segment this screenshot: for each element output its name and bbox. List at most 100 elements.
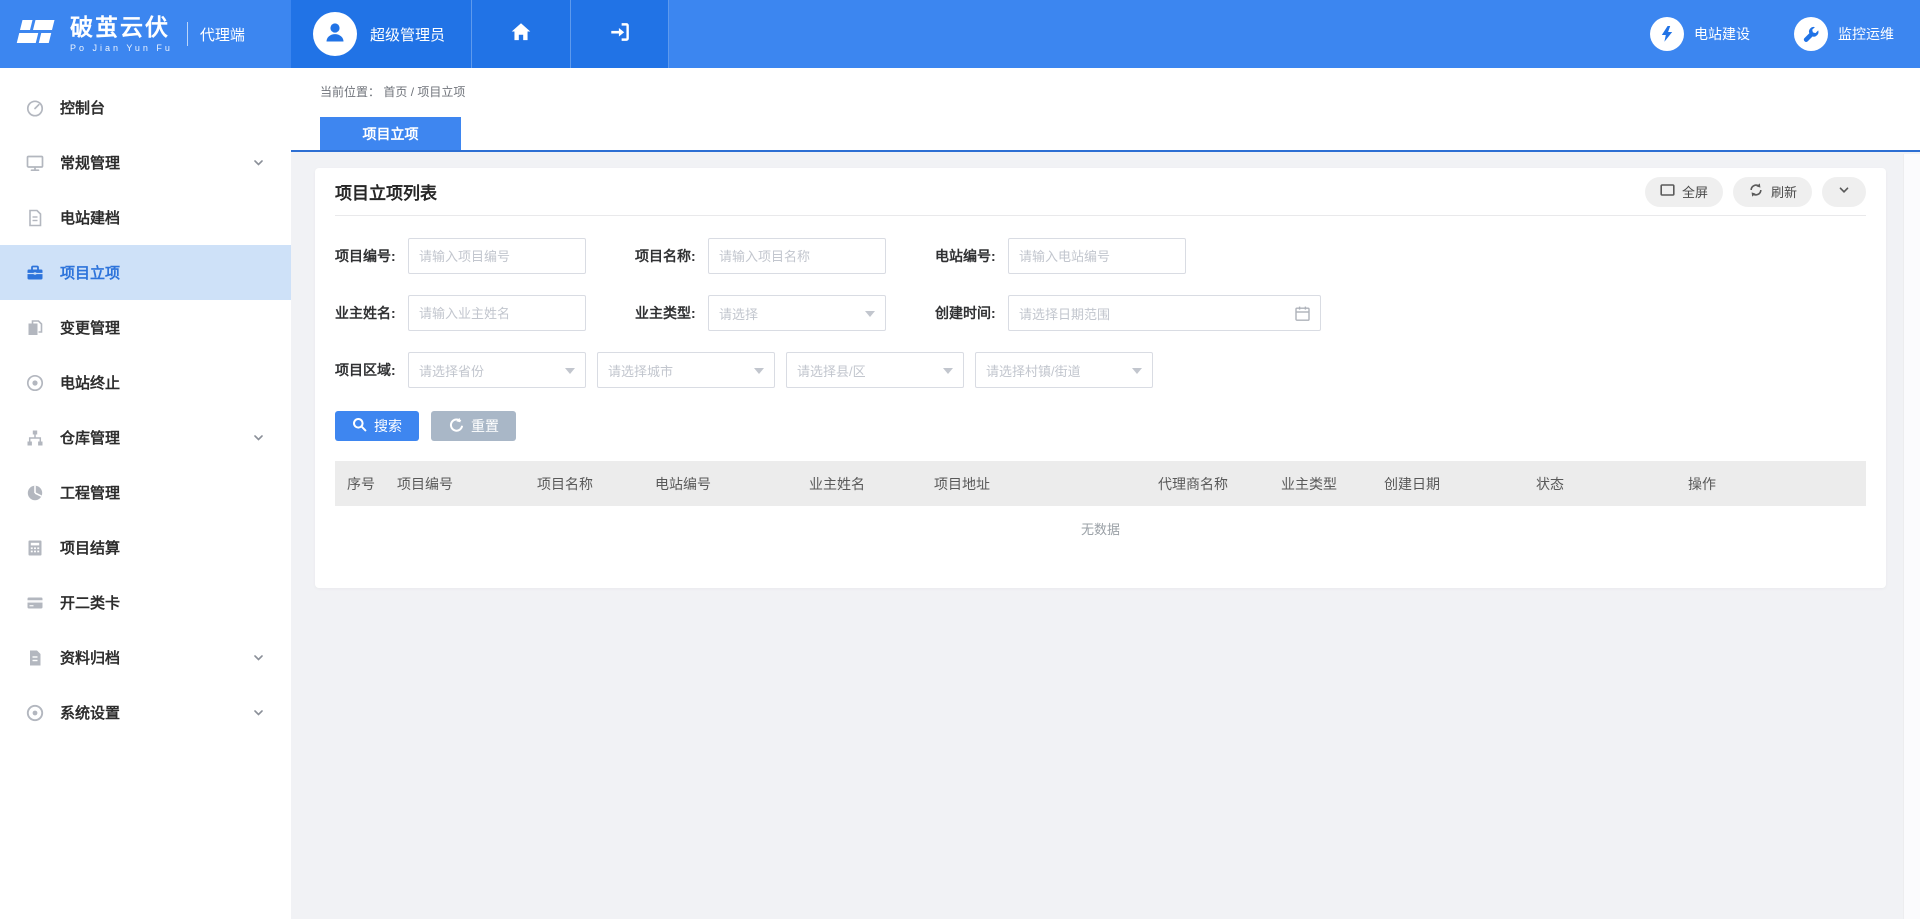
owner-name-label: 业主姓名: (335, 303, 408, 323)
filter-owner-name: 业主姓名: (335, 295, 635, 331)
sidebar-item-label: 电站终止 (60, 372, 265, 393)
owner-name-input[interactable] (408, 295, 586, 331)
province-select[interactable]: 请选择省份 (408, 352, 586, 388)
create-time-label: 创建时间: (935, 303, 1008, 323)
col-project-name: 项目名称 (525, 461, 643, 506)
logo-mark-icon (16, 14, 60, 55)
logout-button[interactable] (570, 0, 669, 68)
owner-type-label: 业主类型: (635, 303, 708, 323)
brand-text: 破茧云伏 Po Jian Yun Fu (70, 16, 173, 53)
wrench-icon (1794, 17, 1828, 51)
nav-monitoring-link[interactable]: 监控运维 (1794, 17, 1894, 51)
sidebar-item-label: 工程管理 (60, 482, 265, 503)
filter-row-3: 项目区域: 请选择省份 请选择城市 请选择县/区 请选择村镇/街道 (335, 352, 1866, 388)
caret-down-icon (565, 368, 575, 374)
lightning-icon (1650, 17, 1684, 51)
file-icon (25, 208, 45, 228)
settings-icon (25, 703, 45, 723)
briefcase-icon (25, 263, 45, 283)
col-project-no: 项目编号 (385, 461, 525, 506)
chevron-down-icon (1837, 183, 1851, 200)
col-owner-name: 业主姓名 (797, 461, 922, 506)
sidebar-item-data-archiving[interactable]: 资料归档 (0, 630, 291, 685)
col-create-date: 创建日期 (1372, 461, 1524, 506)
sidebar-item-engineering-management[interactable]: 工程管理 (0, 465, 291, 520)
district-select[interactable]: 请选择县/区 (786, 352, 964, 388)
sidebar-item-label: 常规管理 (60, 152, 252, 173)
home-button[interactable] (471, 0, 570, 68)
filter-row-1: 项目编号: 项目名称: 电站编号: (335, 238, 1866, 274)
nav-monitoring-label: 监控运维 (1838, 24, 1894, 44)
home-icon (509, 20, 533, 49)
sign-out-icon (608, 20, 632, 49)
sidebar-item-label: 仓库管理 (60, 427, 252, 448)
scrollbar-track[interactable] (1903, 154, 1920, 919)
sidebar-item-label: 资料归档 (60, 647, 252, 668)
town-select[interactable]: 请选择村镇/街道 (975, 352, 1153, 388)
reset-label: 重置 (471, 416, 499, 436)
app-header: 破茧云伏 Po Jian Yun Fu 代理端 超级管理员 (0, 0, 1920, 68)
breadcrumb-home-link[interactable]: 首页 (383, 85, 407, 99)
col-actions: 操作 (1676, 461, 1866, 506)
project-name-input[interactable] (708, 238, 886, 274)
filter-owner-type: 业主类型: 请选择 (635, 295, 935, 331)
filter-region: 项目区域: 请选择省份 请选择城市 请选择县/区 请选择村镇/街道 (335, 352, 1153, 388)
caret-down-icon (865, 311, 875, 317)
fullscreen-button[interactable]: 全屏 (1645, 177, 1723, 207)
sidebar-item-station-filing[interactable]: 电站建档 (0, 190, 291, 245)
project-table: 序号 项目编号 项目名称 电站编号 业主姓名 项目地址 代理商名称 业主类型 创… (335, 461, 1866, 550)
sidebar-item-system-settings[interactable]: 系统设置 (0, 685, 291, 740)
sidebar-item-label: 电站建档 (60, 207, 265, 228)
sidebar-item-general-management[interactable]: 常规管理 (0, 135, 291, 190)
tab-project-initiation[interactable]: 项目立项 (320, 117, 461, 150)
brand-divider (187, 22, 188, 46)
collapse-button[interactable] (1822, 177, 1866, 207)
refresh-label: 刷新 (1771, 182, 1797, 201)
chevron-down-icon (252, 156, 265, 169)
owner-type-select[interactable]: 请选择 (708, 295, 886, 331)
project-list-panel: 项目立项列表 全屏 刷新 (315, 168, 1886, 588)
project-name-label: 项目名称: (635, 246, 708, 266)
station-no-input[interactable] (1008, 238, 1186, 274)
station-no-label: 电站编号: (935, 246, 1008, 266)
brand-logo[interactable]: 破茧云伏 Po Jian Yun Fu 代理端 (0, 0, 291, 68)
refresh-button[interactable]: 刷新 (1733, 177, 1812, 207)
breadcrumb: 当前位置： 首页 / 项目立项 (291, 68, 1920, 100)
header-nav: 电站建设 监控运维 (669, 0, 1920, 68)
project-no-input[interactable] (408, 238, 586, 274)
breadcrumb-prefix: 当前位置： (320, 85, 380, 99)
col-agent-name: 代理商名称 (1146, 461, 1269, 506)
brand-badge: 代理端 (200, 24, 245, 45)
sidebar-item-change-management[interactable]: 变更管理 (0, 300, 291, 355)
city-select[interactable]: 请选择城市 (597, 352, 775, 388)
project-no-label: 项目编号: (335, 246, 408, 266)
nav-power-station-link[interactable]: 电站建设 (1650, 17, 1750, 51)
user-menu[interactable]: 超级管理员 (291, 0, 471, 68)
sidebar-item-project-initiation[interactable]: 项目立项 (0, 245, 291, 300)
sidebar-item-station-termination[interactable]: 电站终止 (0, 355, 291, 410)
owner-type-placeholder: 请选择 (719, 304, 758, 323)
sidebar-item-warehouse-management[interactable]: 仓库管理 (0, 410, 291, 465)
copy-icon (25, 318, 45, 338)
chevron-down-icon (252, 651, 265, 664)
card-icon (25, 593, 45, 613)
pie-chart-icon (25, 483, 45, 503)
search-button[interactable]: 搜索 (335, 411, 419, 441)
town-placeholder: 请选择村镇/街道 (986, 361, 1081, 380)
brand-title: 破茧云伏 (70, 16, 173, 39)
sidebar-item-label: 项目结算 (60, 537, 265, 558)
region-label: 项目区域: (335, 360, 408, 380)
sidebar-item-console[interactable]: 控制台 (0, 80, 291, 135)
top-strip: 当前位置： 首页 / 项目立项 项目立项 (291, 68, 1920, 152)
filter-project-name: 项目名称: (635, 238, 935, 274)
sidebar-item-open-class2-card[interactable]: 开二类卡 (0, 575, 291, 630)
sidebar-item-project-settlement[interactable]: 项目结算 (0, 520, 291, 575)
sidebar-item-label: 开二类卡 (60, 592, 265, 613)
sitemap-icon (25, 428, 45, 448)
reset-button[interactable]: 重置 (431, 411, 516, 441)
calculator-icon (25, 538, 45, 558)
avatar (313, 12, 357, 56)
date-range-picker[interactable]: 请选择日期范围 (1008, 295, 1321, 331)
user-name: 超级管理员 (370, 24, 445, 45)
calendar-icon (1294, 305, 1311, 322)
